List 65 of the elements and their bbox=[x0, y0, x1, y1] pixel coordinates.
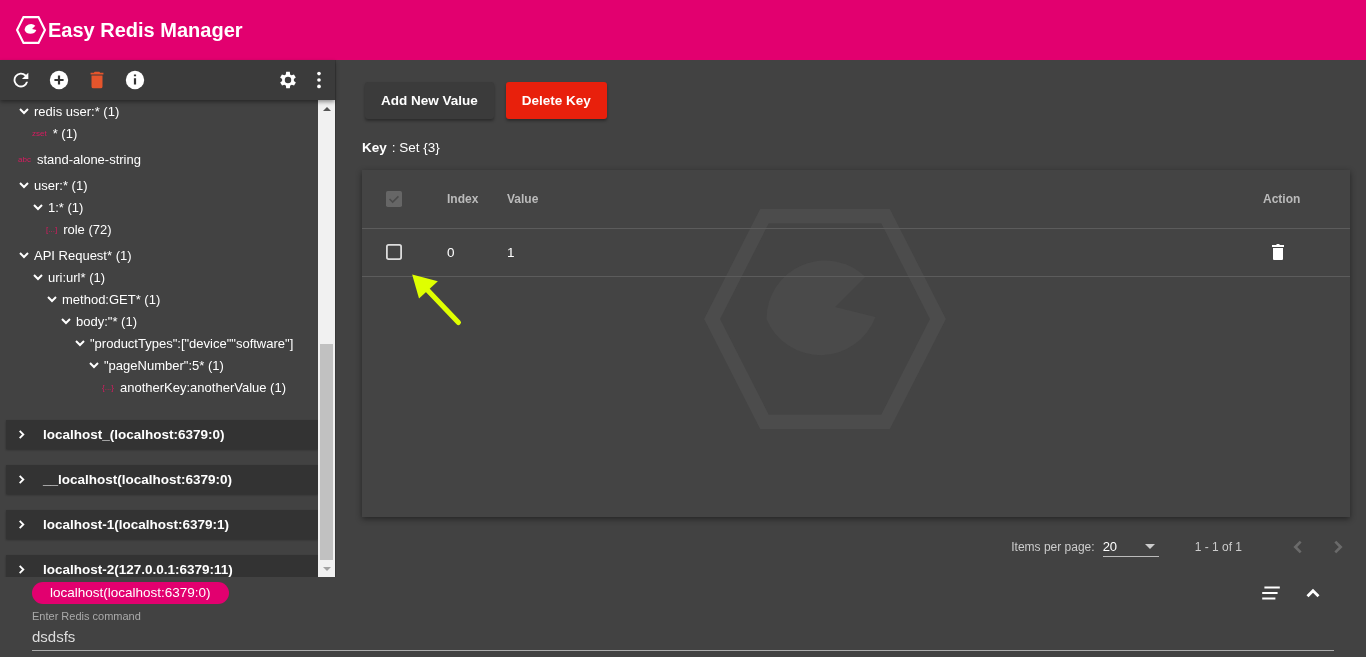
settings-icon[interactable] bbox=[277, 69, 299, 91]
field-label: Enter Redis command bbox=[32, 610, 142, 622]
key-type: : Set {3} bbox=[391, 140, 440, 155]
tree-item[interactable]: "productTypes":["device""software"] bbox=[90, 335, 294, 351]
server-name: localhost-2(127.0.0.1:6379:11) bbox=[43, 562, 233, 577]
tree-item[interactable]: body:"* (1) bbox=[76, 313, 137, 329]
connection-chip[interactable]: localhost(localhost:6379:0) bbox=[32, 582, 229, 604]
expand-chevron-icon[interactable] bbox=[18, 249, 30, 261]
items-per-page-label: Items per page: bbox=[1011, 540, 1095, 555]
table-cell: 0 bbox=[447, 244, 455, 260]
key-label: Key bbox=[362, 140, 387, 155]
scrollbar[interactable] bbox=[318, 100, 335, 577]
key-type-label: abc bbox=[18, 154, 31, 164]
tree-item[interactable]: anotherKey:anotherValue (1) bbox=[120, 379, 286, 395]
key-type-label: [...] bbox=[46, 224, 58, 234]
caret-icon bbox=[1144, 544, 1155, 550]
page-range: 1 - 1 of 1 bbox=[1194, 540, 1242, 555]
server-name: localhost_(localhost:6379:0) bbox=[43, 427, 225, 442]
chevron-icon[interactable] bbox=[16, 564, 27, 575]
chevron-icon[interactable] bbox=[16, 519, 27, 530]
more-icon[interactable] bbox=[315, 69, 323, 91]
checkbox[interactable] bbox=[386, 244, 402, 260]
delete-key-button[interactable]: Delete Key bbox=[505, 82, 607, 119]
tree-item[interactable]: uri:url* (1) bbox=[48, 269, 106, 285]
server-name: __localhost(localhost:6379:0) bbox=[43, 472, 233, 487]
tree-item[interactable]: user:* (1) bbox=[34, 177, 88, 193]
trash-icon[interactable] bbox=[1271, 243, 1285, 261]
server-panel[interactable]: localhost_(localhost:6379:0) bbox=[6, 420, 318, 449]
lines-icon[interactable] bbox=[1260, 585, 1282, 601]
server-name: localhost-1(localhost:6379:1) bbox=[43, 517, 230, 532]
tree-item[interactable]: redis user:* (1) bbox=[34, 103, 120, 119]
column-header[interactable]: Value bbox=[507, 191, 539, 206]
chevron-icon[interactable] bbox=[16, 474, 27, 485]
tree-item[interactable]: API Request* (1) bbox=[34, 247, 132, 263]
server-panel[interactable]: __localhost(localhost:6379:0) bbox=[6, 465, 318, 494]
chevron-icon[interactable] bbox=[16, 429, 27, 440]
info-icon[interactable] bbox=[124, 69, 146, 91]
scrollbar-thumb[interactable] bbox=[320, 344, 333, 560]
expand-chevron-icon[interactable] bbox=[32, 271, 44, 283]
column-header[interactable]: Index bbox=[447, 191, 479, 206]
tree-item[interactable]: 1:* (1) bbox=[48, 199, 84, 215]
tree-item[interactable]: method:GET* (1) bbox=[62, 291, 161, 307]
server-panel[interactable]: localhost-2(127.0.0.1:6379:11) bbox=[6, 555, 318, 577]
tree-item[interactable]: role (72) bbox=[63, 221, 112, 237]
tree-item[interactable]: stand-alone-string bbox=[36, 151, 141, 167]
expand-chevron-icon[interactable] bbox=[60, 315, 72, 327]
tree-item[interactable]: "pageNumber":5* (1) bbox=[104, 357, 224, 373]
column-header[interactable]: Action bbox=[1263, 191, 1301, 206]
expand-chevron-icon[interactable] bbox=[74, 337, 86, 349]
expand-chevron-icon[interactable] bbox=[88, 359, 100, 371]
table-cell: 1 bbox=[507, 244, 515, 260]
expand-chevron-icon[interactable] bbox=[18, 105, 30, 117]
tree-item[interactable]: * (1) bbox=[52, 125, 78, 141]
app-logo-icon bbox=[16, 16, 46, 44]
expand-chevron-icon[interactable] bbox=[18, 179, 30, 191]
add-value-button[interactable]: Add New Value bbox=[365, 82, 494, 119]
server-panel[interactable]: localhost-1(localhost:6379:1) bbox=[6, 510, 318, 539]
app-title: Easy Redis Manager bbox=[48, 18, 243, 42]
key-type-label: {...} bbox=[102, 382, 114, 392]
key-type-label: zset bbox=[32, 128, 47, 138]
expand-chevron-icon[interactable] bbox=[32, 201, 44, 213]
command-input[interactable]: dsdsfs bbox=[32, 622, 1334, 651]
expand-chevron-icon[interactable] bbox=[46, 293, 58, 305]
page-size-select[interactable]: 20 bbox=[1102, 537, 1159, 558]
add-icon[interactable] bbox=[48, 69, 70, 91]
